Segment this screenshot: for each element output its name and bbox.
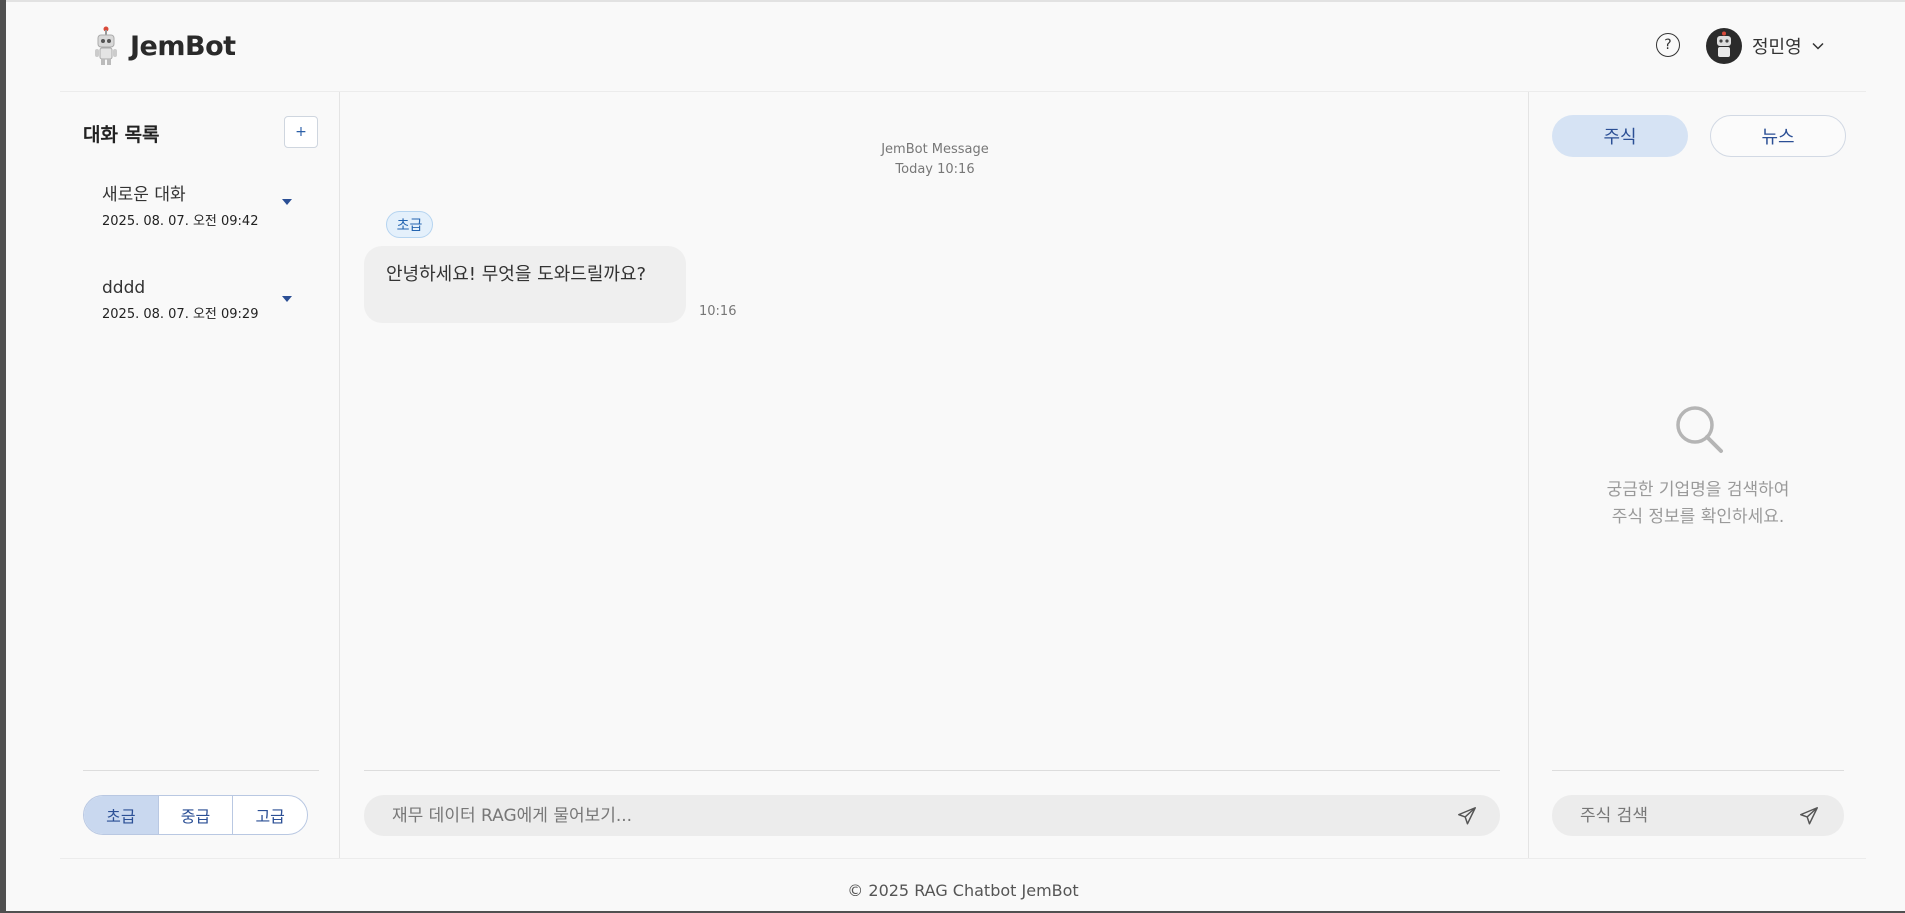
level-selector: 초급 중급 고급 (83, 795, 308, 835)
conversation-title: 새로운 대화 (102, 185, 186, 205)
level-intermediate-button[interactable]: 중급 (159, 796, 234, 834)
logo[interactable]: JemBot (92, 26, 236, 66)
search-icon (1676, 406, 1723, 453)
tab-stock[interactable]: 주식 (1552, 115, 1688, 157)
robot-logo-icon (95, 26, 117, 65)
footer-text: © 2025 RAG Chatbot JemBot (847, 881, 1079, 900)
help-button[interactable]: ? (1656, 33, 1680, 57)
avatar (1706, 28, 1742, 64)
app-window: JemBot ? 정민영 대화 목록 + 새로운 대화 2025. 08. 07… (6, 0, 1905, 911)
right-divider (1552, 770, 1844, 771)
conversation-title: dddd (102, 278, 146, 298)
message-header: JemBot Message Today 10:16 (341, 140, 1529, 180)
level-beginner-button[interactable]: 초급 (84, 796, 159, 834)
footer: © 2025 RAG Chatbot JemBot (60, 858, 1866, 913)
conversation-date: 2025. 08. 07. 오전 09:29 (102, 307, 259, 322)
chat-input[interactable] (364, 795, 1500, 836)
message-level-badge: 초급 (386, 211, 433, 238)
user-name: 정민영 (1752, 37, 1802, 58)
robot-avatar-icon (1717, 31, 1731, 57)
stock-search-send-icon[interactable] (1798, 805, 1820, 827)
conversation-menu-caret-icon[interactable] (282, 199, 292, 205)
bot-message-bubble: 안녕하세요! 무엇을 도와드릴까요? (364, 246, 686, 323)
header: JemBot ? 정민영 (60, 2, 1866, 92)
message-sender: JemBot Message (881, 142, 989, 157)
level-advanced-button[interactable]: 고급 (233, 796, 307, 834)
message-time: 10:16 (699, 304, 737, 319)
logo-text: JemBot (130, 30, 236, 62)
plus-icon: + (295, 124, 307, 140)
chevron-down-icon (1812, 42, 1824, 50)
tab-news[interactable]: 뉴스 (1710, 115, 1846, 157)
sidebar-title: 대화 목록 (83, 124, 160, 146)
empty-state-text: 궁금한 기업명을 검색하여 주식 정보를 확인하세요. (1530, 477, 1866, 531)
chat-panel: JemBot Message Today 10:16 초급 안녕하세요! 무엇을… (341, 92, 1529, 858)
empty-state-line1: 궁금한 기업명을 검색하여 (1606, 480, 1790, 500)
sidebar-divider (83, 770, 319, 771)
send-icon[interactable] (1456, 805, 1478, 827)
conversation-item[interactable]: 새로운 대화 2025. 08. 07. 오전 09:42 (102, 180, 302, 229)
empty-state-line2: 주식 정보를 확인하세요. (1611, 507, 1785, 527)
new-chat-button[interactable]: + (284, 116, 318, 148)
conversation-sidebar: 대화 목록 + 새로운 대화 2025. 08. 07. 오전 09:42 dd… (60, 92, 340, 858)
stock-news-panel: 주식 뉴스 궁금한 기업명을 검색하여 주식 정보를 확인하세요. (1530, 92, 1866, 858)
message-header-time: Today 10:16 (895, 162, 975, 177)
help-icon: ? (1664, 37, 1672, 53)
message-text: 안녕하세요! 무엇을 도와드릴까요? (386, 264, 647, 285)
conversation-date: 2025. 08. 07. 오전 09:42 (102, 214, 259, 229)
chat-divider (364, 770, 1500, 771)
user-menu[interactable]: 정민영 (1706, 28, 1824, 64)
conversation-menu-caret-icon[interactable] (282, 296, 292, 302)
conversation-item[interactable]: dddd 2025. 08. 07. 오전 09:29 (102, 278, 302, 322)
